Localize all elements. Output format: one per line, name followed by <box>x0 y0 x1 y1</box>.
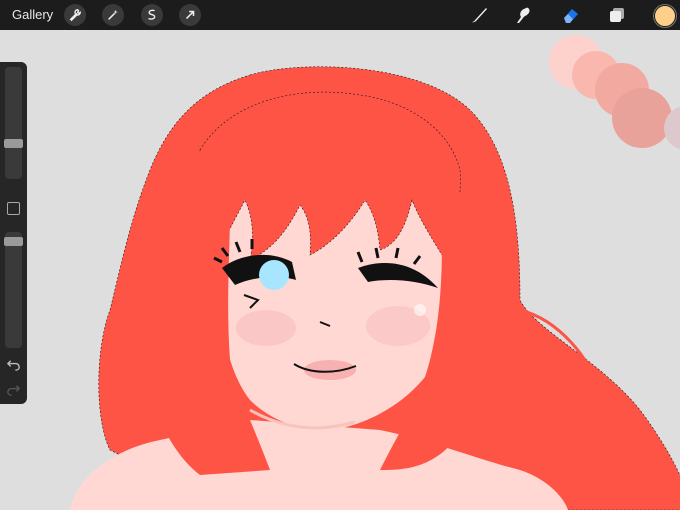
left-sidebar <box>0 62 27 404</box>
undo-icon <box>6 360 20 371</box>
wrench-icon <box>69 9 81 22</box>
selection-button[interactable] <box>141 4 163 26</box>
magic-wand-icon <box>108 9 118 20</box>
selection-icon <box>148 9 156 20</box>
gallery-button[interactable]: Gallery <box>12 7 53 22</box>
smudge-icon <box>517 7 530 23</box>
swatch-4 <box>612 88 672 148</box>
color-picker-button[interactable] <box>654 5 676 27</box>
artwork <box>70 35 680 510</box>
drawing-canvas[interactable] <box>0 30 680 510</box>
brush-icon <box>472 8 487 23</box>
redo-icon <box>7 385 21 396</box>
eraser-icon <box>564 9 578 23</box>
eraser-tool[interactable] <box>560 4 582 26</box>
cheek-left <box>236 310 296 346</box>
undo-button[interactable] <box>6 357 21 372</box>
redo-button[interactable] <box>6 382 21 397</box>
transform-button[interactable] <box>179 4 201 26</box>
top-toolbar: Gallery <box>0 0 680 30</box>
actions-button[interactable] <box>64 4 86 26</box>
layers-icon <box>610 8 624 22</box>
opacity-thumb[interactable] <box>4 237 23 246</box>
transform-arrow-icon <box>185 10 195 20</box>
modify-button[interactable] <box>7 202 20 215</box>
brush-tool[interactable] <box>468 4 490 26</box>
smudge-tool[interactable] <box>512 4 534 26</box>
brush-size-thumb[interactable] <box>4 139 23 148</box>
opacity-slider[interactable] <box>4 232 23 348</box>
adjustments-button[interactable] <box>102 4 124 26</box>
layers-button[interactable] <box>606 4 628 26</box>
color-swatches <box>549 35 680 150</box>
brush-size-slider[interactable] <box>4 67 23 179</box>
